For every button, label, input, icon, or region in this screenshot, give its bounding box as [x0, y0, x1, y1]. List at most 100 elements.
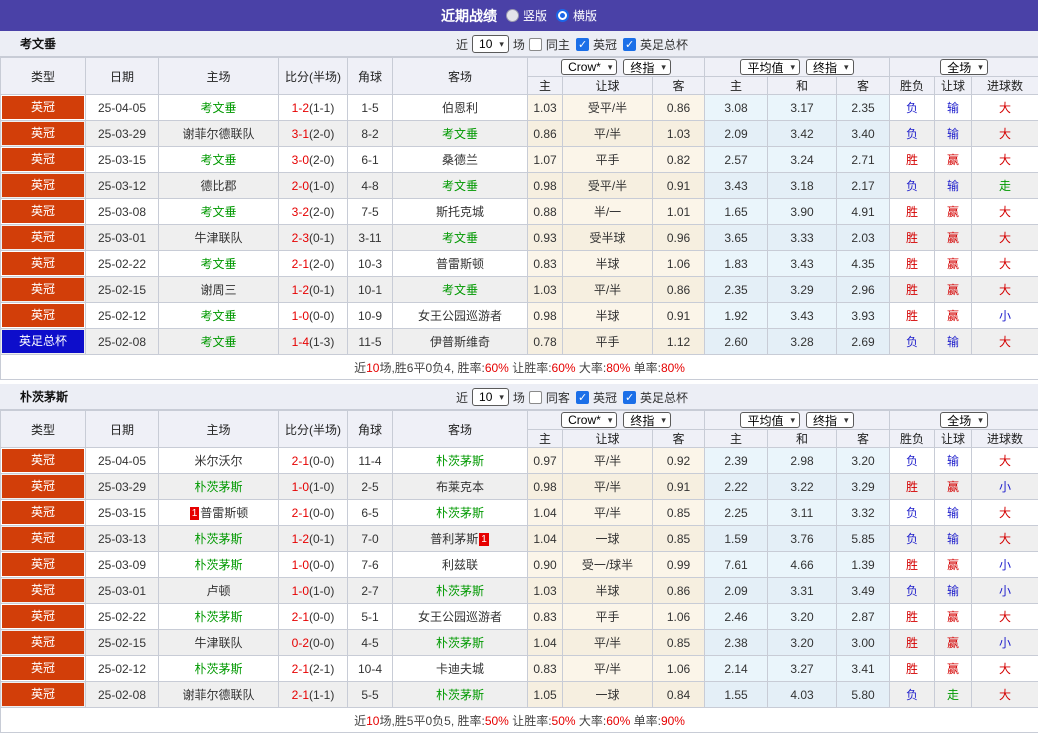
- match-date: 25-03-13: [85, 525, 159, 552]
- home-team-cell[interactable]: 朴茨茅斯: [158, 551, 279, 578]
- home-team-cell[interactable]: 朴茨茅斯: [158, 603, 279, 630]
- final-odds-select[interactable]: 终指: [623, 59, 671, 75]
- home-team-cell[interactable]: 考文垂: [158, 198, 279, 225]
- cup-filter-checkbox[interactable]: [622, 37, 636, 51]
- away-team-cell[interactable]: 伊普斯维奇: [392, 328, 528, 355]
- handicap-line: 受平/半: [562, 172, 653, 199]
- result-winlose: 负: [889, 577, 936, 604]
- away-team-cell[interactable]: 考文垂: [392, 172, 528, 199]
- halftime-score: (0-1): [309, 282, 335, 297]
- red-card-badge: 1: [479, 533, 489, 546]
- away-team-cell[interactable]: 桑德兰: [392, 146, 528, 173]
- match-date: 25-03-29: [85, 473, 159, 500]
- home-team-cell[interactable]: 考文垂: [158, 94, 279, 121]
- away-team-cell[interactable]: 利兹联: [392, 551, 528, 578]
- fulltime-score: 3-0: [291, 152, 309, 167]
- handicap-line: 平/半: [562, 276, 653, 303]
- final-odds-select-2[interactable]: 终指: [806, 59, 854, 75]
- home-team-cell[interactable]: 朴茨茅斯: [158, 655, 279, 682]
- away-team-cell[interactable]: 考文垂: [392, 276, 528, 303]
- away-team-cell[interactable]: 考文垂: [392, 120, 528, 147]
- away-team-cell[interactable]: 朴茨茅斯: [392, 447, 528, 474]
- final-odds-select-2[interactable]: 终指: [806, 412, 854, 428]
- fulltime-score: 0-2: [291, 635, 309, 650]
- home-team-cell[interactable]: 谢菲尔德联队: [158, 120, 279, 147]
- away-team-cell[interactable]: 普雷斯顿: [392, 250, 528, 277]
- corner-cell: 1-5: [347, 94, 393, 121]
- away-team-cell[interactable]: 女王公园巡游者: [392, 603, 528, 630]
- average-odds-select[interactable]: 平均值: [740, 59, 801, 75]
- result-handicap: 赢: [934, 629, 973, 656]
- handicap-away-odds: 1.06: [651, 655, 706, 682]
- home-team-cell[interactable]: 朴茨茅斯: [158, 525, 279, 552]
- home-team-name: 牛津联队: [194, 636, 243, 650]
- recent-prefix-label: 近: [456, 37, 469, 52]
- score-cell: 2-1(0-0): [278, 447, 348, 474]
- fulltime-score: 1-2: [291, 531, 309, 546]
- score-cell: 1-0(1-0): [278, 577, 348, 604]
- same-home-checkbox[interactable]: [528, 37, 542, 51]
- halftime-score: (1-0): [309, 479, 335, 494]
- handicap-home-odds: 0.88: [527, 198, 563, 225]
- away-team-cell[interactable]: 考文垂: [392, 224, 528, 251]
- corner-cell: 2-7: [347, 577, 393, 604]
- home-team-cell[interactable]: 考文垂: [158, 146, 279, 173]
- home-team-cell[interactable]: 1 普雷斯顿: [158, 499, 279, 526]
- handicap-line: 平/半: [562, 629, 653, 656]
- away-team-cell[interactable]: 朴茨茅斯: [392, 629, 528, 656]
- europe-home-odds: 2.09: [704, 120, 769, 147]
- col-header-hcp-away: 客: [651, 76, 706, 95]
- odds-source-select[interactable]: Crow*: [561, 412, 618, 428]
- away-team-cell[interactable]: 普利茅斯 1: [392, 525, 528, 552]
- horizontal-layout-radio[interactable]: [556, 9, 569, 22]
- league-type-badge: 英足总杯: [2, 330, 84, 353]
- home-team-cell[interactable]: 谢周三: [158, 276, 279, 303]
- league-filter-checkbox[interactable]: [575, 37, 589, 51]
- away-team-cell[interactable]: 斯托克城: [392, 198, 528, 225]
- away-team-cell[interactable]: 卡迪夫城: [392, 655, 528, 682]
- cup-filter-checkbox[interactable]: [622, 390, 636, 404]
- final-odds-select[interactable]: 终指: [623, 412, 671, 428]
- vertical-layout-radio[interactable]: [505, 9, 519, 22]
- home-team-cell[interactable]: 德比郡: [158, 172, 279, 199]
- match-count-select[interactable]: 10: [472, 388, 509, 406]
- home-team-cell[interactable]: 谢菲尔德联队: [158, 681, 279, 708]
- average-odds-select[interactable]: 平均值: [740, 412, 801, 428]
- match-row: 英冠 25-03-29 谢菲尔德联队 3-1(2-0) 8-2 考文垂 0.86…: [0, 120, 1038, 147]
- league-filter-checkbox[interactable]: [575, 390, 589, 404]
- home-team-cell[interactable]: 米尔沃尔: [158, 447, 279, 474]
- match-count-select[interactable]: 10: [472, 35, 509, 53]
- away-team-name: 布莱克本: [435, 480, 484, 494]
- scope-select[interactable]: 全场: [940, 412, 988, 428]
- match-row: 英冠 25-02-12 朴茨茅斯 2-1(2-1) 10-4 卡迪夫城 0.83…: [0, 655, 1038, 682]
- same-away-checkbox[interactable]: [528, 390, 542, 404]
- result-goals: 大: [971, 250, 1038, 277]
- handicap-away-odds: 1.06: [651, 603, 706, 630]
- corner-cell: 7-5: [347, 198, 393, 225]
- away-team-cell[interactable]: 女王公园巡游者: [392, 302, 528, 329]
- home-team-cell[interactable]: 牛津联队: [158, 629, 279, 656]
- home-team-cell[interactable]: 考文垂: [158, 328, 279, 355]
- handicap-away-odds: 0.92: [651, 447, 706, 474]
- home-team-cell[interactable]: 卢顿: [158, 577, 279, 604]
- away-team-cell[interactable]: 朴茨茅斯: [392, 681, 528, 708]
- col-header-hcp-home: 主: [527, 429, 563, 448]
- home-team-cell[interactable]: 牛津联队: [158, 224, 279, 251]
- home-team-cell[interactable]: 考文垂: [158, 250, 279, 277]
- handicap-line: 受平/半: [562, 94, 653, 121]
- away-team-cell[interactable]: 布莱克本: [392, 473, 528, 500]
- europe-away-odds: 5.80: [836, 681, 891, 708]
- home-team-name: 考文垂: [200, 309, 237, 323]
- league-type-badge: 英冠: [2, 553, 84, 576]
- away-team-cell[interactable]: 伯恩利: [392, 94, 528, 121]
- result-winlose: 胜: [889, 655, 936, 682]
- home-team-cell[interactable]: 朴茨茅斯: [158, 473, 279, 500]
- match-date: 25-04-05: [85, 94, 159, 121]
- score-cell: 2-1(2-0): [278, 250, 348, 277]
- scope-select[interactable]: 全场: [940, 59, 988, 75]
- away-team-cell[interactable]: 朴茨茅斯: [392, 577, 528, 604]
- odds-source-select[interactable]: Crow*: [561, 59, 618, 75]
- match-row: 英冠 25-02-15 牛津联队 0-2(0-0) 4-5 朴茨茅斯 1.04 …: [0, 629, 1038, 656]
- away-team-cell[interactable]: 朴茨茅斯: [392, 499, 528, 526]
- home-team-cell[interactable]: 考文垂: [158, 302, 279, 329]
